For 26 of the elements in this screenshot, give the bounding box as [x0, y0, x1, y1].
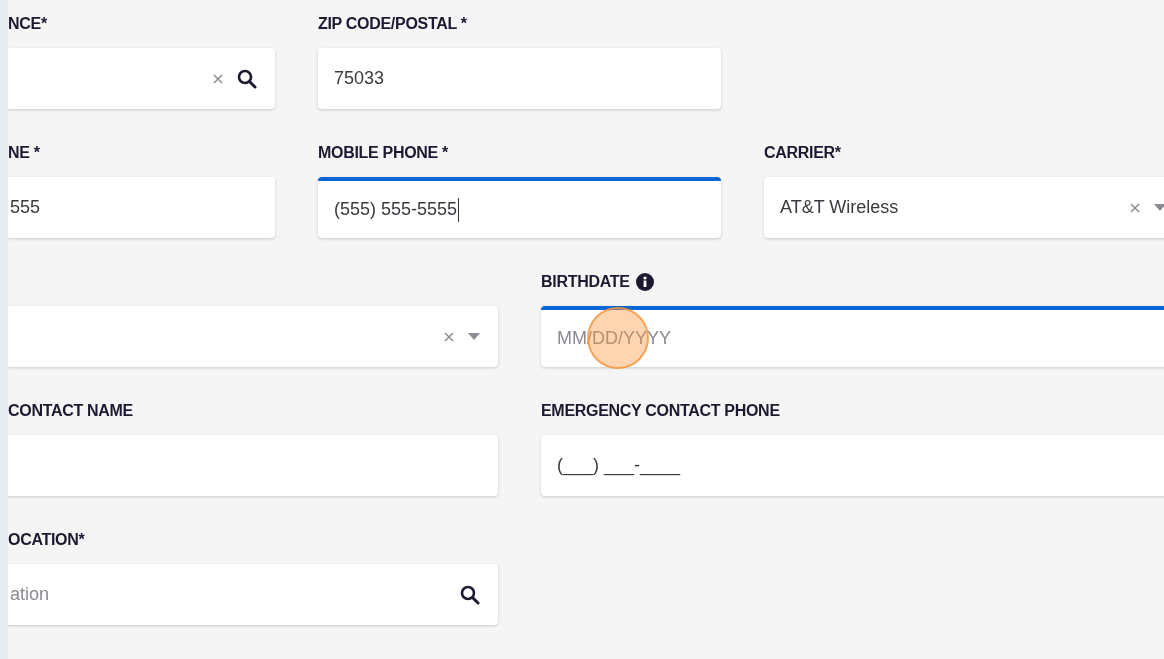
- search-icon[interactable]: [460, 584, 480, 605]
- field-label: NCE*: [8, 15, 47, 33]
- search-field[interactable]: [8, 48, 275, 109]
- search-field[interactable]: ation: [8, 564, 498, 625]
- input-field[interactable]: 75033: [318, 48, 721, 109]
- input-field[interactable]: (___) ___-____: [541, 435, 1164, 496]
- dropdown-field[interactable]: [8, 306, 498, 367]
- field-label: NE *: [8, 144, 40, 162]
- field-label: BIRTHDATE: [541, 273, 630, 291]
- clear-icon[interactable]: [444, 331, 454, 342]
- field-label: MOBILE PHONE *: [318, 144, 449, 162]
- clear-icon[interactable]: [213, 73, 223, 84]
- field-label: OCATION*: [8, 531, 85, 549]
- input-field[interactable]: (555) 555-5555: [318, 177, 721, 238]
- caret-icon[interactable]: [468, 333, 480, 340]
- caret-icon[interactable]: [1154, 204, 1164, 211]
- field-label: ZIP CODE/POSTAL *: [318, 15, 467, 33]
- dropdown-field[interactable]: AT&T Wireless: [764, 177, 1164, 238]
- field-label: CARRIER*: [764, 144, 841, 162]
- input-field[interactable]: [8, 435, 498, 496]
- field-label: EMERGENCY CONTACT PHONE: [541, 402, 780, 420]
- input-field[interactable]: 555: [8, 177, 275, 238]
- clear-icon[interactable]: [1130, 202, 1140, 213]
- field-label: CONTACT NAME: [8, 402, 133, 420]
- search-icon[interactable]: [237, 68, 257, 89]
- info-icon[interactable]: [635, 273, 654, 291]
